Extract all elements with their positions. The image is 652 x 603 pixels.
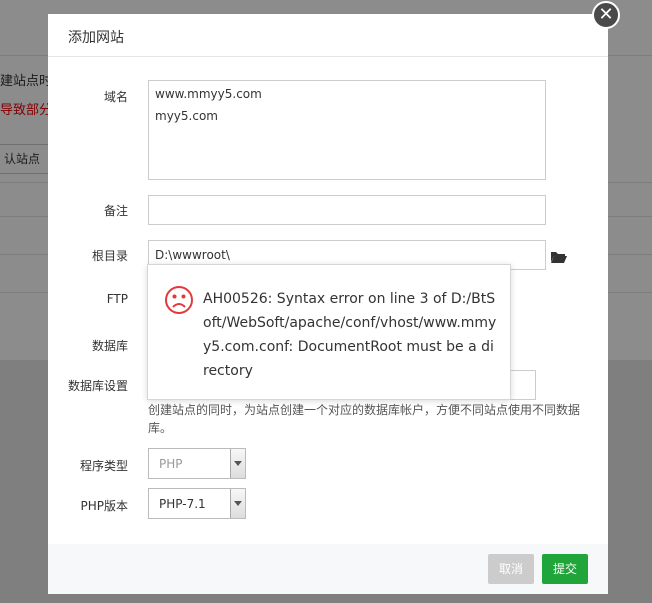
domain-line: myy5.com [155, 109, 218, 123]
remark-label: 备注 [103, 204, 128, 218]
domain-textarea[interactable]: www.mmyy5.com myy5.com [148, 80, 546, 180]
php-version-select[interactable]: PHP-7.1 [148, 488, 246, 519]
program-type-select[interactable]: PHP [148, 448, 246, 479]
database-label: 数据库 [91, 339, 128, 353]
domain-label: 域名 [103, 90, 128, 104]
php-version-label: PHP版本 [80, 499, 129, 513]
dialog-footer: 取消 提交 [48, 544, 608, 594]
cancel-button[interactable]: 取消 [488, 554, 534, 584]
root-dir-label: 根目录 [91, 249, 128, 263]
error-tooltip: AH00526: Syntax error on line 3 of D:/Bt… [147, 264, 511, 400]
chevron-down-icon [234, 501, 242, 506]
db-settings-label: 数据库设置 [67, 379, 128, 393]
ftp-label: FTP [106, 292, 128, 306]
close-icon[interactable]: ✕ [592, 1, 620, 29]
submit-button[interactable]: 提交 [542, 554, 588, 584]
chevron-down-icon [234, 461, 242, 466]
error-message: AH00526: Syntax error on line 3 of D:/Bt… [203, 291, 497, 379]
remark-input[interactable] [148, 195, 546, 225]
select-arrow [230, 449, 245, 478]
dialog-title: 添加网站 [68, 30, 124, 46]
sad-face-icon [165, 286, 193, 314]
folder-open-icon[interactable] [550, 250, 568, 264]
select-arrow [230, 489, 245, 518]
php-version-value: PHP-7.1 [159, 497, 206, 511]
program-type-value: PHP [159, 457, 183, 471]
dialog-header: 添加网站 [48, 14, 608, 57]
program-type-label: 程序类型 [79, 459, 128, 473]
db-hint-text: 创建站点的同时，为站点创建一个对应的数据库帐户，方便不同站点使用不同数据库。 [148, 403, 581, 435]
domain-line: www.mmyy5.com [155, 87, 262, 101]
